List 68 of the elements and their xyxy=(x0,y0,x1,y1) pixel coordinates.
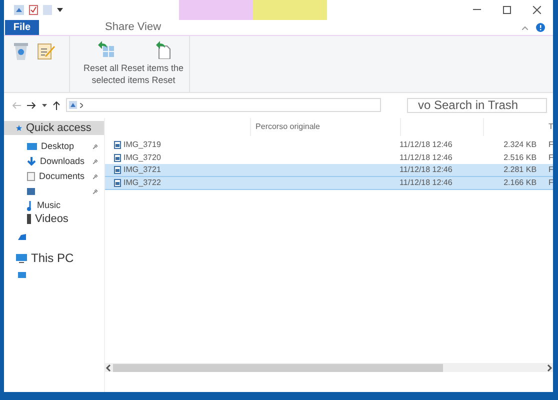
desktop-icon xyxy=(27,142,37,150)
search-field[interactable]: vo Search in Trash xyxy=(407,98,547,112)
file-tab[interactable]: File xyxy=(5,20,39,35)
size-cell: 2.516 KB xyxy=(504,152,537,164)
nav-item[interactable]: Videos xyxy=(4,212,104,226)
pin-icon[interactable] xyxy=(92,144,98,149)
folder-icon xyxy=(69,101,77,109)
column-header[interactable]: Percorso originale xyxy=(256,121,320,133)
picture-icon xyxy=(27,188,35,195)
download-arrow-icon xyxy=(27,157,36,166)
file-name: IMG_3720 xyxy=(124,152,161,164)
recycle-bin-icon[interactable] xyxy=(13,42,29,60)
document-icon xyxy=(27,172,35,181)
maximize-icon[interactable] xyxy=(503,6,511,14)
date-cell: 11/12/18 12:46 xyxy=(400,138,452,150)
scroll-left-icon[interactable] xyxy=(104,364,113,372)
dropdown-icon[interactable] xyxy=(57,7,63,13)
date-cell: 11/12/18 12:46 xyxy=(400,152,452,164)
forward-icon[interactable] xyxy=(27,102,36,108)
star-icon xyxy=(16,125,22,131)
type-cell: F xyxy=(548,177,554,189)
pin-icon[interactable] xyxy=(92,159,98,164)
nav-item[interactable]: This PC xyxy=(4,250,104,266)
up-icon[interactable] xyxy=(53,100,60,110)
dropdown-icon[interactable] xyxy=(42,104,47,106)
collapse-icon[interactable] xyxy=(522,26,528,30)
restore-grid-icon[interactable] xyxy=(96,41,114,59)
date-cell: 11/12/18 12:46 xyxy=(400,177,452,189)
minimize-icon[interactable] xyxy=(473,9,481,11)
type-cell: F xyxy=(548,138,554,150)
size-cell: 2.281 KB xyxy=(504,164,537,176)
scroll-right-icon[interactable] xyxy=(545,364,554,372)
ribbon-tab[interactable]: Share View xyxy=(101,18,166,35)
film-icon xyxy=(27,214,31,224)
file-name: IMG_3719 xyxy=(124,138,161,150)
date-cell: 11/12/18 12:46 xyxy=(400,164,452,176)
notepad-pencil-icon[interactable] xyxy=(37,42,55,60)
properties-icon[interactable] xyxy=(29,5,38,15)
cloud-icon xyxy=(18,234,26,240)
file-row[interactable]: IMG_3721 11/12/18 12:46 2.281 KB F xyxy=(104,164,554,177)
ribbon-caption: Reset all Reset items the selected items Reset xyxy=(83,62,184,86)
computer-icon xyxy=(16,254,27,262)
music-note-icon xyxy=(27,200,33,210)
folder-icon[interactable] xyxy=(14,5,24,15)
size-cell: 2.324 KB xyxy=(504,138,537,150)
size-cell: 2.166 KB xyxy=(504,177,537,189)
network-icon xyxy=(18,270,26,278)
nav-item[interactable]: Documents xyxy=(4,169,104,184)
nav-item[interactable]: Desktop xyxy=(4,139,104,154)
file-row[interactable]: IMG_3719 11/12/18 12:46 2.324 KB F xyxy=(104,138,554,151)
type-cell: F xyxy=(548,152,554,164)
close-icon[interactable] xyxy=(533,6,541,14)
file-name: IMG_3722 xyxy=(124,177,161,189)
file-name: IMG_3721 xyxy=(124,164,161,176)
chevron-icon xyxy=(80,102,83,108)
nav-item[interactable]: Downloads xyxy=(4,154,104,169)
nav-item[interactable]: Quick access xyxy=(4,121,104,135)
type-cell: F xyxy=(548,164,554,176)
restore-file-icon[interactable] xyxy=(154,41,170,59)
pin-icon[interactable] xyxy=(92,189,98,194)
help-icon[interactable] xyxy=(536,23,545,32)
back-icon[interactable] xyxy=(12,102,21,108)
file-row[interactable]: IMG_3722 11/12/18 12:46 2.166 KB F xyxy=(104,177,554,190)
file-row[interactable]: IMG_3720 11/12/18 12:46 2.516 KB F xyxy=(104,151,554,164)
pin-icon[interactable] xyxy=(92,174,98,179)
horizontal-scrollbar[interactable] xyxy=(104,363,554,372)
scroll-thumb[interactable] xyxy=(112,364,443,372)
nav-item[interactable]: Music xyxy=(4,199,104,212)
